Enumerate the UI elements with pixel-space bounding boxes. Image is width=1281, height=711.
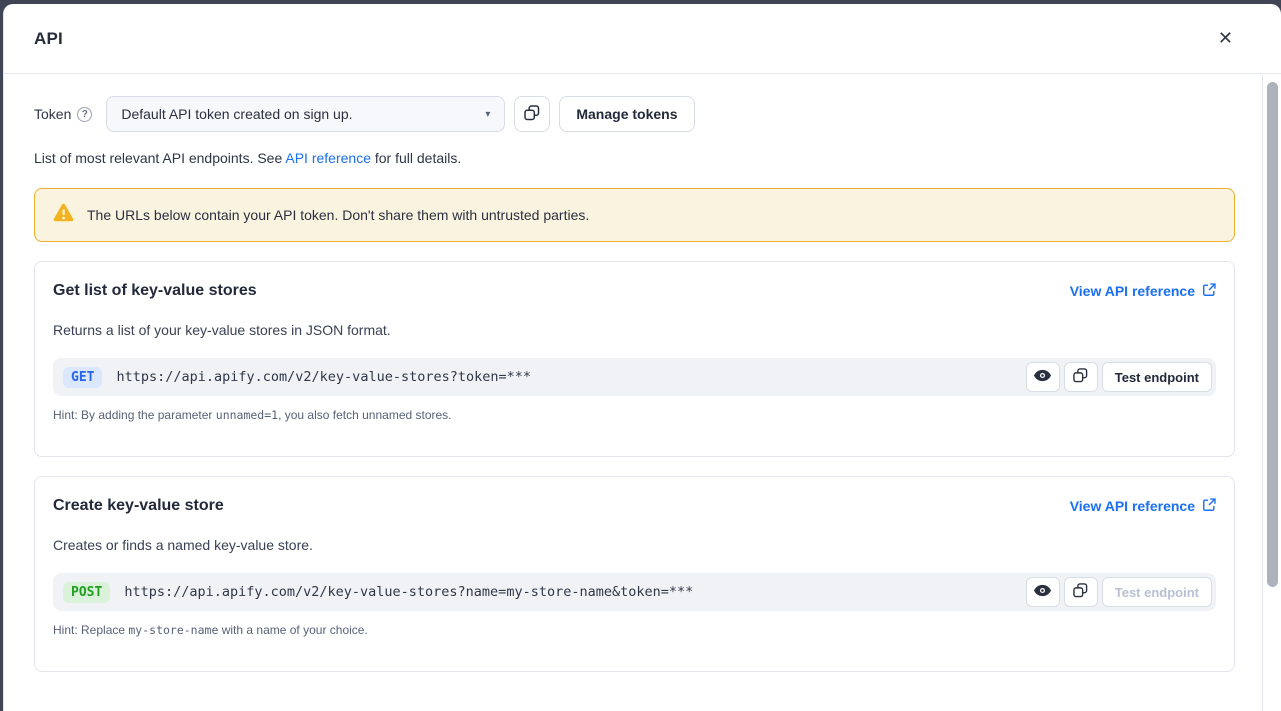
warning-banner: The URLs below contain your API token. D… [34, 188, 1235, 242]
copy-url-button[interactable] [1064, 362, 1098, 392]
endpoint-actions: Test endpoint [1026, 362, 1212, 392]
hint-code: my-store-name [128, 623, 218, 637]
endpoint-url-bar: POST https://api.apify.com/v2/key-value-… [53, 573, 1216, 611]
warning-message: The URLs below contain your API token. D… [87, 207, 589, 223]
card-title: Get list of key-value stores [53, 282, 257, 300]
endpoint-hint: Hint: By adding the parameter unnamed=1,… [53, 408, 1216, 422]
api-reference-link[interactable]: API reference [285, 150, 371, 166]
card-header: Get list of key-value stores View API re… [53, 282, 1216, 300]
endpoint-hint: Hint: Replace my-store-name with a name … [53, 623, 1216, 637]
copy-token-button[interactable] [514, 96, 550, 132]
copy-icon [1073, 368, 1088, 386]
hint-code: unnamed=1 [216, 408, 278, 422]
hint-after: with a name of your choice. [218, 623, 367, 637]
copy-icon [1073, 583, 1088, 601]
endpoint-url: https://api.apify.com/v2/key-value-store… [116, 369, 1025, 385]
intro-text: List of most relevant API endpoints. See… [34, 150, 1235, 166]
hint-after: , you also fetch unnamed stores. [278, 408, 451, 422]
intro-before: List of most relevant API endpoints. See [34, 150, 285, 166]
view-api-reference-link[interactable]: View API reference [1070, 498, 1216, 515]
modal-title: API [34, 29, 63, 49]
endpoint-card-create-store: Create key-value store View API referenc… [34, 476, 1235, 672]
http-method-badge: GET [63, 367, 102, 388]
card-description: Creates or finds a named key-value store… [53, 537, 1216, 553]
scrollbar-thumb[interactable] [1267, 82, 1278, 587]
reveal-token-button[interactable] [1026, 362, 1060, 392]
token-select-dropdown[interactable]: Default API token created on sign up. ▾ [106, 96, 505, 132]
token-select-value: Default API token created on sign up. [121, 106, 352, 122]
card-header: Create key-value store View API referenc… [53, 497, 1216, 515]
eye-icon [1034, 584, 1051, 600]
intro-after: for full details. [371, 150, 461, 166]
reveal-token-button[interactable] [1026, 577, 1060, 607]
copy-icon [524, 105, 540, 124]
api-modal: API ✕ Token ? Default API token created … [3, 4, 1281, 711]
endpoint-url: https://api.apify.com/v2/key-value-store… [124, 584, 1025, 600]
card-title: Create key-value store [53, 497, 224, 515]
view-api-reference-link[interactable]: View API reference [1070, 283, 1216, 300]
http-method-badge: POST [63, 582, 110, 603]
card-description: Returns a list of your key-value stores … [53, 322, 1216, 338]
view-api-reference-label: View API reference [1070, 283, 1195, 299]
endpoint-actions: Test endpoint [1026, 577, 1212, 607]
test-endpoint-button[interactable]: Test endpoint [1102, 577, 1212, 607]
hint-before: Hint: Replace [53, 623, 128, 637]
copy-url-button[interactable] [1064, 577, 1098, 607]
endpoint-card-get-list: Get list of key-value stores View API re… [34, 261, 1235, 457]
external-link-icon [1202, 283, 1216, 300]
manage-tokens-button[interactable]: Manage tokens [559, 96, 694, 132]
endpoint-url-bar: GET https://api.apify.com/v2/key-value-s… [53, 358, 1216, 396]
external-link-icon [1202, 498, 1216, 515]
token-label: Token [34, 106, 71, 122]
hint-before: Hint: By adding the parameter [53, 408, 216, 422]
warning-icon [53, 203, 74, 227]
scrollbar-track [1262, 75, 1281, 711]
chevron-down-icon: ▾ [485, 109, 490, 120]
token-row: Token ? Default API token created on sig… [34, 96, 1235, 132]
close-icon[interactable]: ✕ [1214, 26, 1237, 52]
modal-body: Token ? Default API token created on sig… [4, 74, 1281, 692]
eye-icon [1034, 369, 1051, 385]
test-endpoint-button[interactable]: Test endpoint [1102, 362, 1212, 392]
help-icon[interactable]: ? [77, 107, 92, 122]
modal-header: API ✕ [4, 4, 1281, 74]
view-api-reference-label: View API reference [1070, 498, 1195, 514]
